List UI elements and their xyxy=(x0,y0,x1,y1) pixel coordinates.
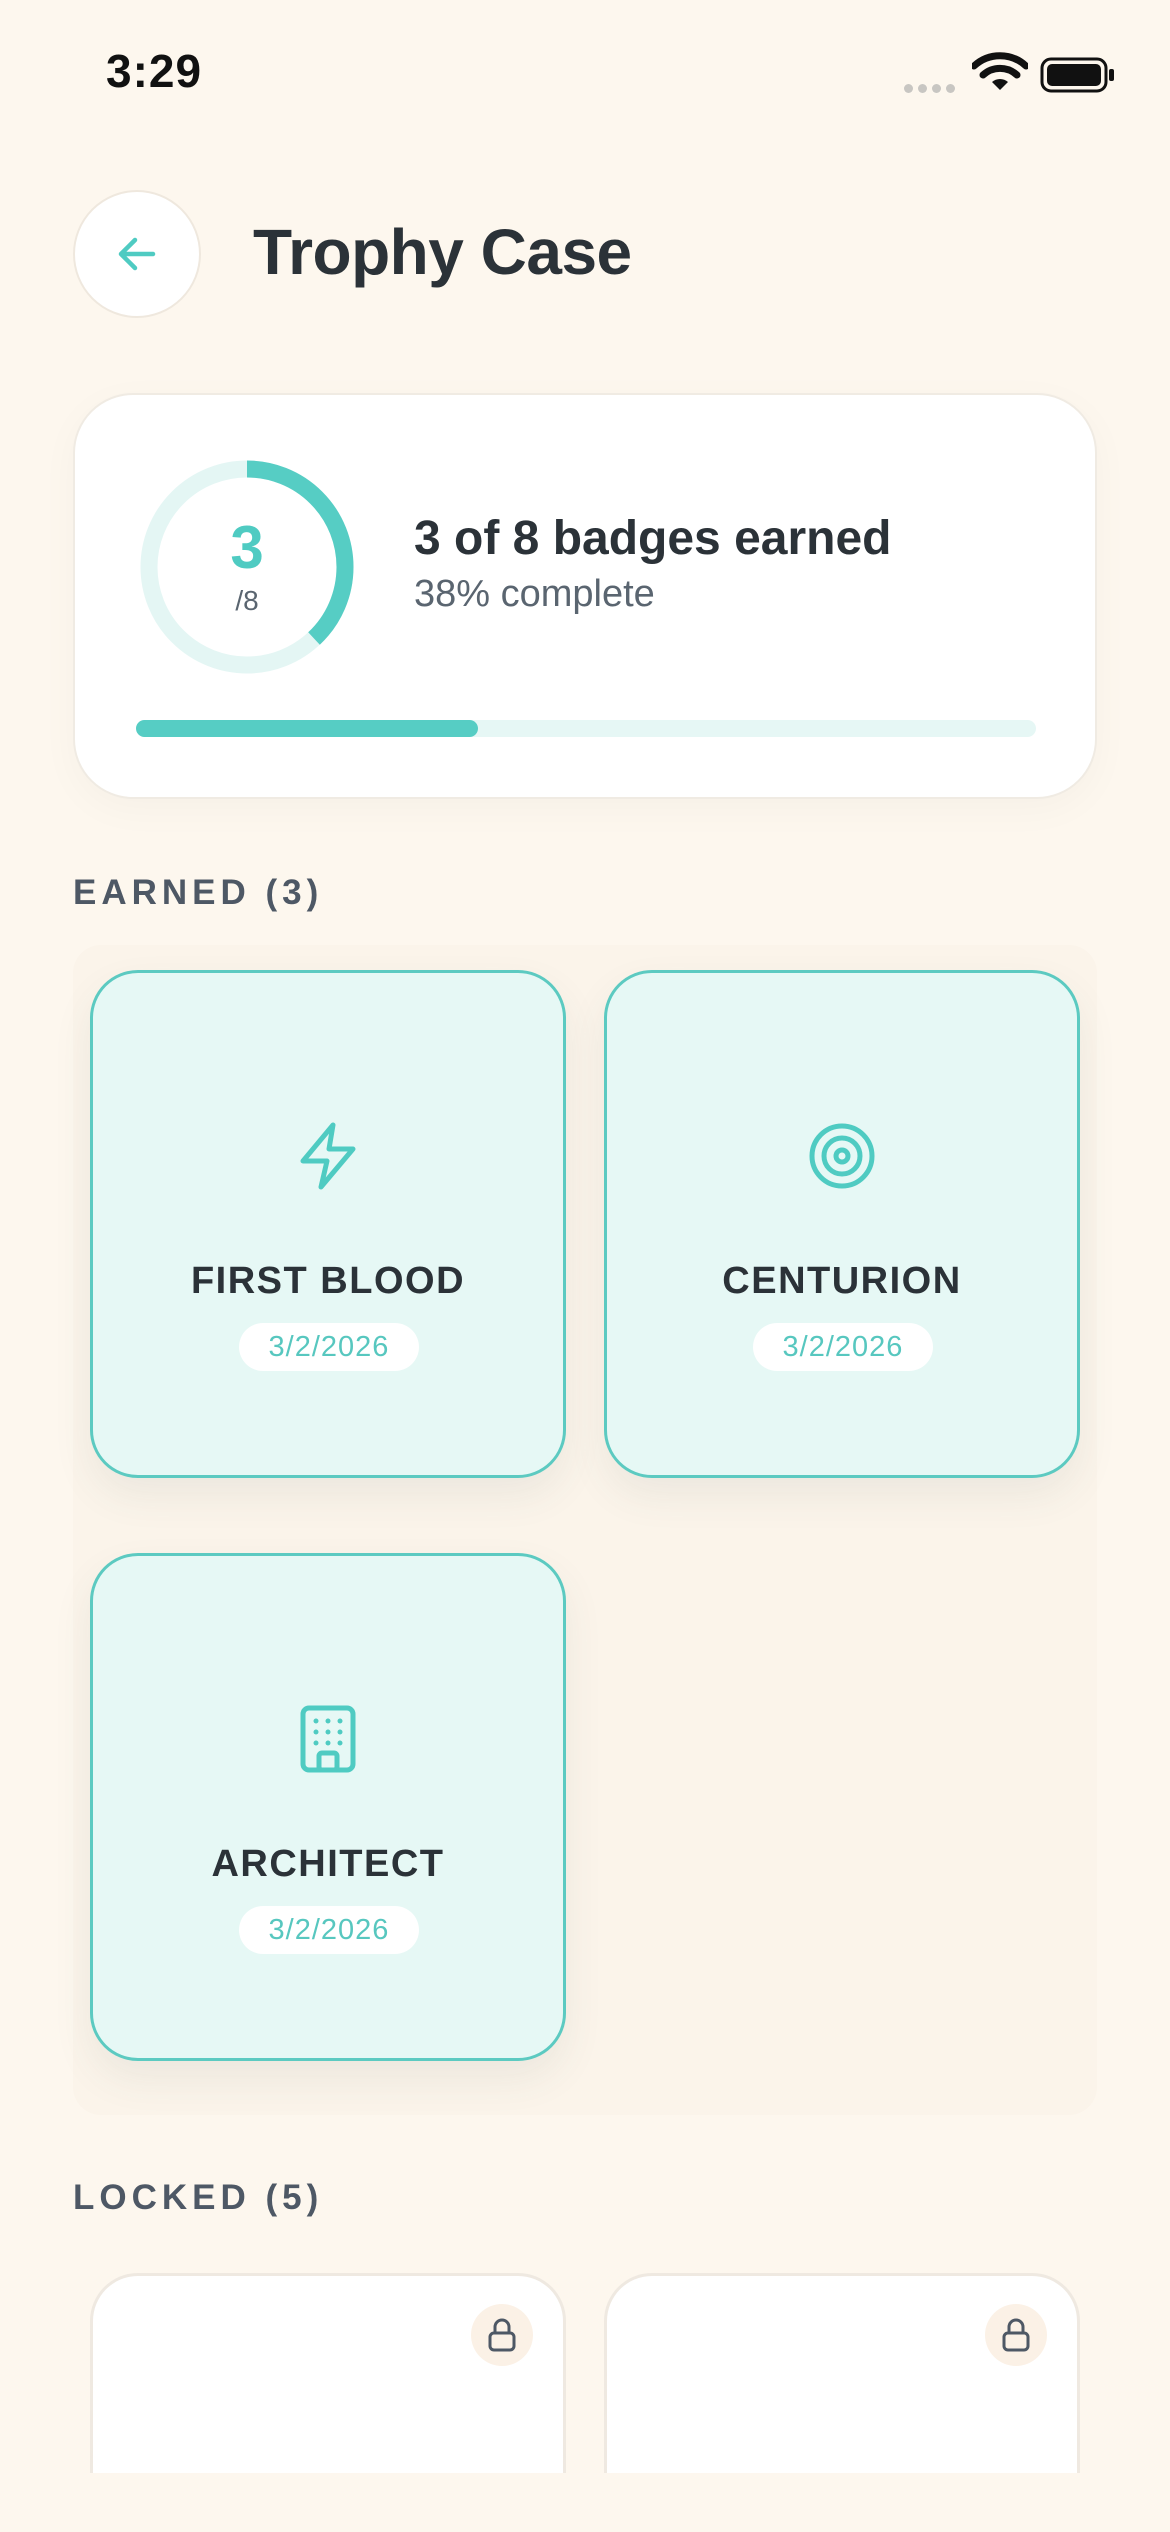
lightning-icon xyxy=(300,1122,356,1190)
target-icon xyxy=(809,1123,875,1189)
locked-badge-card[interactable] xyxy=(604,2273,1080,2473)
status-bar: 3:29 xyxy=(0,0,1170,150)
badge-architect[interactable]: ARCHITECT 3/2/2026 xyxy=(90,1553,566,2061)
badge-date: 3/2/2026 xyxy=(753,1323,933,1371)
badge-first-blood[interactable]: FIRST BLOOD 3/2/2026 xyxy=(90,970,566,1478)
badge-name: FIRST BLOOD xyxy=(190,1260,466,1302)
status-time: 3:29 xyxy=(106,45,203,97)
badge-name: ARCHITECT xyxy=(211,1843,445,1885)
lock-icon xyxy=(1002,2318,1030,2352)
total-count: /8 xyxy=(235,585,259,616)
locked-section-label: LOCKED (5) xyxy=(73,2178,324,2217)
progress-bar-fill xyxy=(136,720,478,737)
page-title: Trophy Case xyxy=(253,216,632,288)
locked-badge-card[interactable] xyxy=(90,2273,566,2473)
lock-icon xyxy=(488,2318,516,2352)
badge-date: 3/2/2026 xyxy=(239,1906,419,1954)
back-button[interactable] xyxy=(73,190,201,318)
cellular-signal-icon xyxy=(904,80,960,98)
earned-count: 3 xyxy=(230,514,264,581)
wifi-icon xyxy=(972,52,1028,90)
badge-date: 3/2/2026 xyxy=(239,1323,419,1371)
earned-section-label: EARNED (3) xyxy=(73,873,324,912)
progress-bar xyxy=(136,720,1036,737)
progress-summary-card: 3 /8 3 of 8 badges earned 38% complete xyxy=(73,393,1097,799)
battery-icon xyxy=(1040,57,1114,93)
badge-centurion[interactable]: CENTURION 3/2/2026 xyxy=(604,970,1080,1478)
badge-name: CENTURION xyxy=(722,1260,962,1302)
earned-badges-grid: FIRST BLOOD 3/2/2026 CENTURION 3/2/2026 … xyxy=(73,945,1097,2115)
lock-badge xyxy=(985,2304,1047,2366)
summary-heading: 3 of 8 badges earned xyxy=(414,512,892,565)
summary-percent: 38% complete xyxy=(414,573,655,615)
arrow-left-icon xyxy=(118,237,156,271)
building-icon xyxy=(300,1705,356,1773)
lock-badge xyxy=(471,2304,533,2366)
